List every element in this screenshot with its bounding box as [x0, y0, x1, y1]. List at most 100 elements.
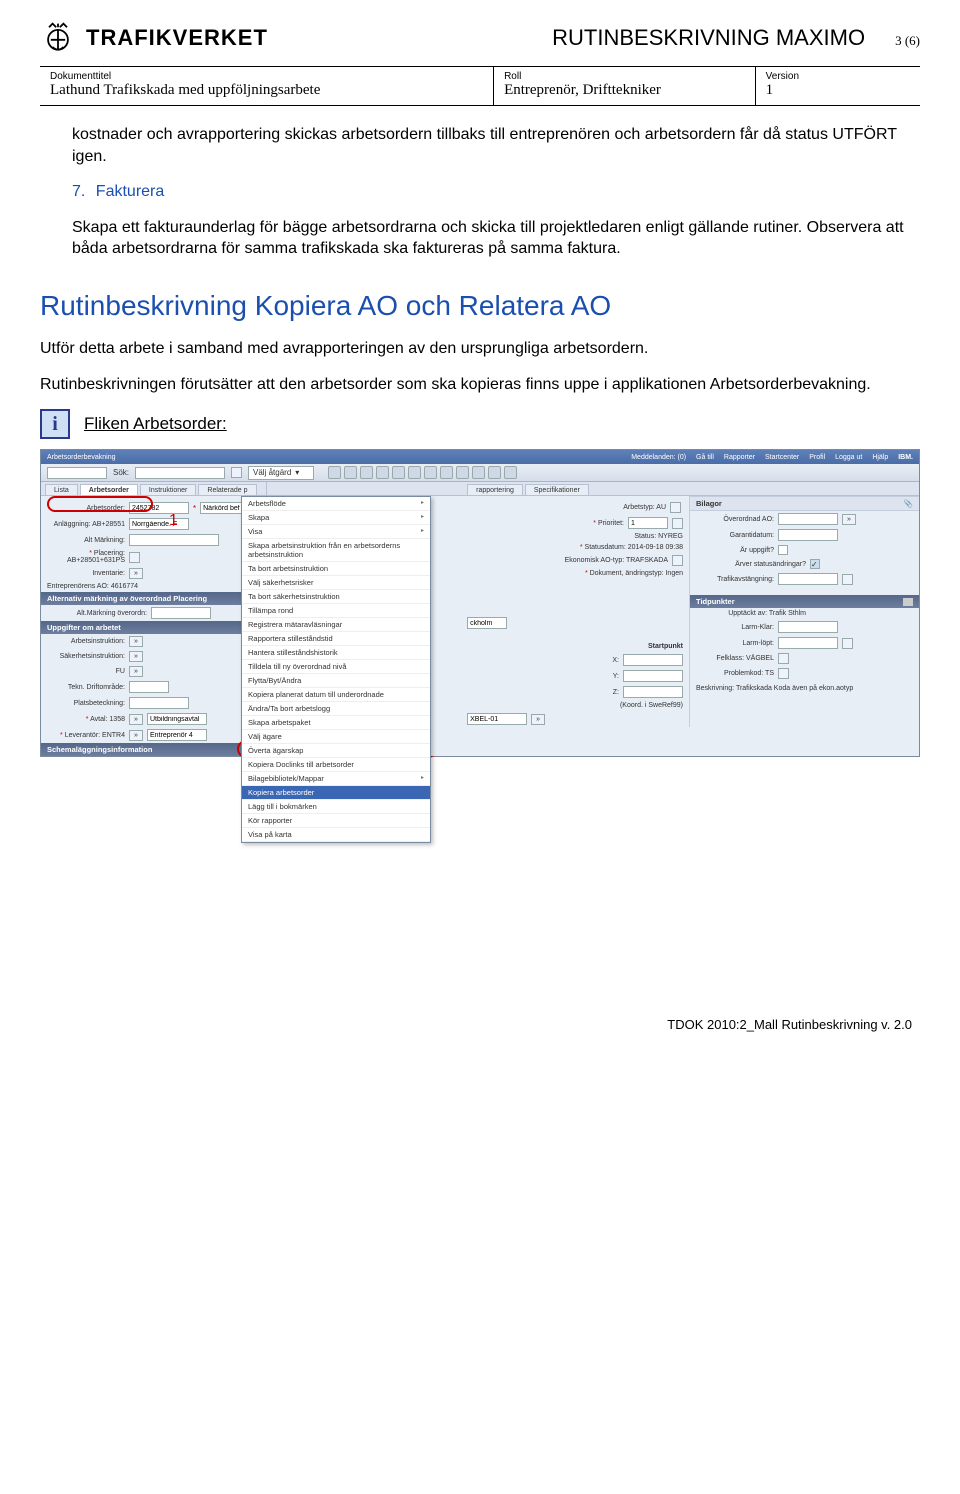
field-label: Överordnad AO: — [696, 516, 774, 523]
sub-header: Bilagor📎 — [690, 496, 919, 511]
collapse-icon[interactable] — [903, 598, 913, 606]
search-icon[interactable] — [672, 518, 683, 529]
detail-button[interactable]: » — [129, 636, 143, 647]
menu-item[interactable]: Hantera stilleståndshistorik — [242, 646, 430, 660]
garanti-input[interactable] — [778, 529, 838, 541]
overordnad-input[interactable] — [778, 513, 838, 525]
detail-button[interactable]: » — [129, 714, 143, 725]
menu-item[interactable]: Skapa arbetspaket — [242, 716, 430, 730]
attachment-icon[interactable]: 📎 — [904, 499, 913, 508]
topbar-link[interactable]: Hjälp — [872, 454, 888, 461]
leverantor-desc[interactable] — [147, 729, 207, 741]
meta-label: Dokumenttitel — [50, 71, 483, 82]
search-icon[interactable] — [231, 467, 242, 478]
menu-item[interactable]: Välj ägare — [242, 730, 430, 744]
menu-item[interactable]: Lägg till i bokmärken — [242, 800, 430, 814]
menu-item[interactable]: Skapa — [242, 511, 430, 525]
detail-button[interactable]: » — [129, 651, 143, 662]
menu-item[interactable]: Kopiera planerat datum till underordnade — [242, 688, 430, 702]
avtal-desc[interactable] — [147, 713, 207, 725]
trafikav-input[interactable] — [778, 573, 838, 585]
toolbar-icon[interactable] — [472, 466, 485, 479]
menu-item[interactable]: Ta bort arbetsinstruktion — [242, 562, 430, 576]
menu-item[interactable]: Kopiera arbetsorder — [242, 786, 430, 800]
search-icon[interactable] — [129, 552, 140, 563]
ckholm-input[interactable] — [467, 617, 507, 629]
checkbox[interactable]: ✓ — [810, 559, 820, 569]
tab-arbetsorder[interactable]: Arbetsorder — [80, 484, 138, 495]
markning-input[interactable] — [129, 534, 219, 546]
prioritet-input[interactable] — [628, 517, 668, 529]
search-icon[interactable] — [778, 653, 789, 664]
topbar-link[interactable]: Logga ut — [835, 454, 862, 461]
toolbar-icon[interactable] — [504, 466, 517, 479]
alt-overordn-input[interactable] — [151, 607, 211, 619]
search-input[interactable] — [135, 467, 225, 479]
detail-button[interactable]: » — [531, 714, 545, 725]
toolbar-icon[interactable] — [440, 466, 453, 479]
menu-item[interactable]: Kör rapporter — [242, 814, 430, 828]
menu-item[interactable]: Skapa arbetsinstruktion från en arbetsor… — [242, 539, 430, 562]
tab-rapportering[interactable]: rapportering — [467, 484, 523, 495]
field-label: Ärver statusändringar? — [696, 561, 806, 568]
tab-instruktioner[interactable]: Instruktioner — [140, 484, 197, 495]
tab-specifikationer[interactable]: Specifikationer — [525, 484, 589, 495]
search-icon[interactable] — [842, 574, 853, 585]
z-input[interactable] — [623, 686, 683, 698]
menu-item[interactable]: Flytta/Byt/Ändra — [242, 674, 430, 688]
detail-button[interactable]: » — [842, 514, 856, 525]
menu-item[interactable]: Registrera mätaravläsningar — [242, 618, 430, 632]
toolbar-icon[interactable] — [328, 466, 341, 479]
topbar-link[interactable]: Profil — [809, 454, 825, 461]
detail-button[interactable]: » — [129, 666, 143, 677]
search-icon[interactable] — [778, 668, 789, 679]
toolbar-icon[interactable] — [392, 466, 405, 479]
menu-item[interactable]: Visa — [242, 525, 430, 539]
xbel-input[interactable] — [467, 713, 527, 725]
toolbar-icon[interactable] — [456, 466, 469, 479]
detail-button[interactable]: » — [129, 568, 143, 579]
toolbar-icon[interactable] — [344, 466, 357, 479]
driftomr-input[interactable] — [129, 681, 169, 693]
menu-item[interactable]: Ändra/Ta bort arbetslogg — [242, 702, 430, 716]
plats-input[interactable] — [129, 697, 189, 709]
toolbar-dropdown[interactable] — [47, 467, 107, 479]
search-icon[interactable] — [672, 555, 683, 566]
search-icon[interactable] — [670, 502, 681, 513]
menu-item[interactable]: Välj säkerhetsrisker — [242, 576, 430, 590]
toolbar-icon[interactable] — [376, 466, 389, 479]
menu-item[interactable]: Ta bort säkerhetsinstruktion — [242, 590, 430, 604]
field-label: Felklass: VÄGBEL — [696, 655, 774, 662]
menu-item[interactable]: Visa på karta — [242, 828, 430, 842]
menu-item[interactable]: Tillämpa rond — [242, 604, 430, 618]
toolbar-icon[interactable] — [360, 466, 373, 479]
y-input[interactable] — [623, 670, 683, 682]
step-title: Fakturera — [96, 183, 164, 200]
detail-button[interactable]: » — [129, 730, 143, 741]
toolbar-icon[interactable] — [408, 466, 421, 479]
larm-input[interactable] — [778, 621, 838, 633]
x-input[interactable] — [623, 654, 683, 666]
anlaggning-desc[interactable] — [129, 518, 189, 530]
menu-item[interactable]: Kopiera Doclinks till arbetsorder — [242, 758, 430, 772]
menu-item[interactable]: Arbetsflöde — [242, 497, 430, 511]
info-icon: i — [40, 409, 70, 439]
topbar-link[interactable]: Startcenter — [765, 454, 799, 461]
toolbar-icon[interactable] — [488, 466, 501, 479]
toolbar-icon[interactable] — [424, 466, 437, 479]
menu-item[interactable]: Tilldela till ny överordnad nivå — [242, 660, 430, 674]
checkbox[interactable] — [778, 545, 788, 555]
topbar-link[interactable]: Gå till — [696, 454, 714, 461]
tab-relaterade[interactable]: Relaterade p — [198, 484, 256, 495]
larmlopt-input[interactable] — [778, 637, 838, 649]
tab-lista[interactable]: Lista — [45, 484, 78, 495]
arbetsorder-input[interactable] — [129, 502, 189, 514]
menu-item[interactable]: Bilagebibliotek/Mappar — [242, 772, 430, 786]
action-select[interactable]: Välj åtgärd▾ — [248, 466, 314, 480]
menu-item[interactable]: Rapportera stilleståndstid — [242, 632, 430, 646]
calendar-icon[interactable] — [842, 638, 853, 649]
field-label: Säkerhetsinstruktion: — [47, 653, 125, 660]
menu-item[interactable]: Överta ägarskap — [242, 744, 430, 758]
topbar-messages[interactable]: Meddelanden: (0) — [631, 454, 686, 461]
topbar-link[interactable]: Rapporter — [724, 454, 755, 461]
